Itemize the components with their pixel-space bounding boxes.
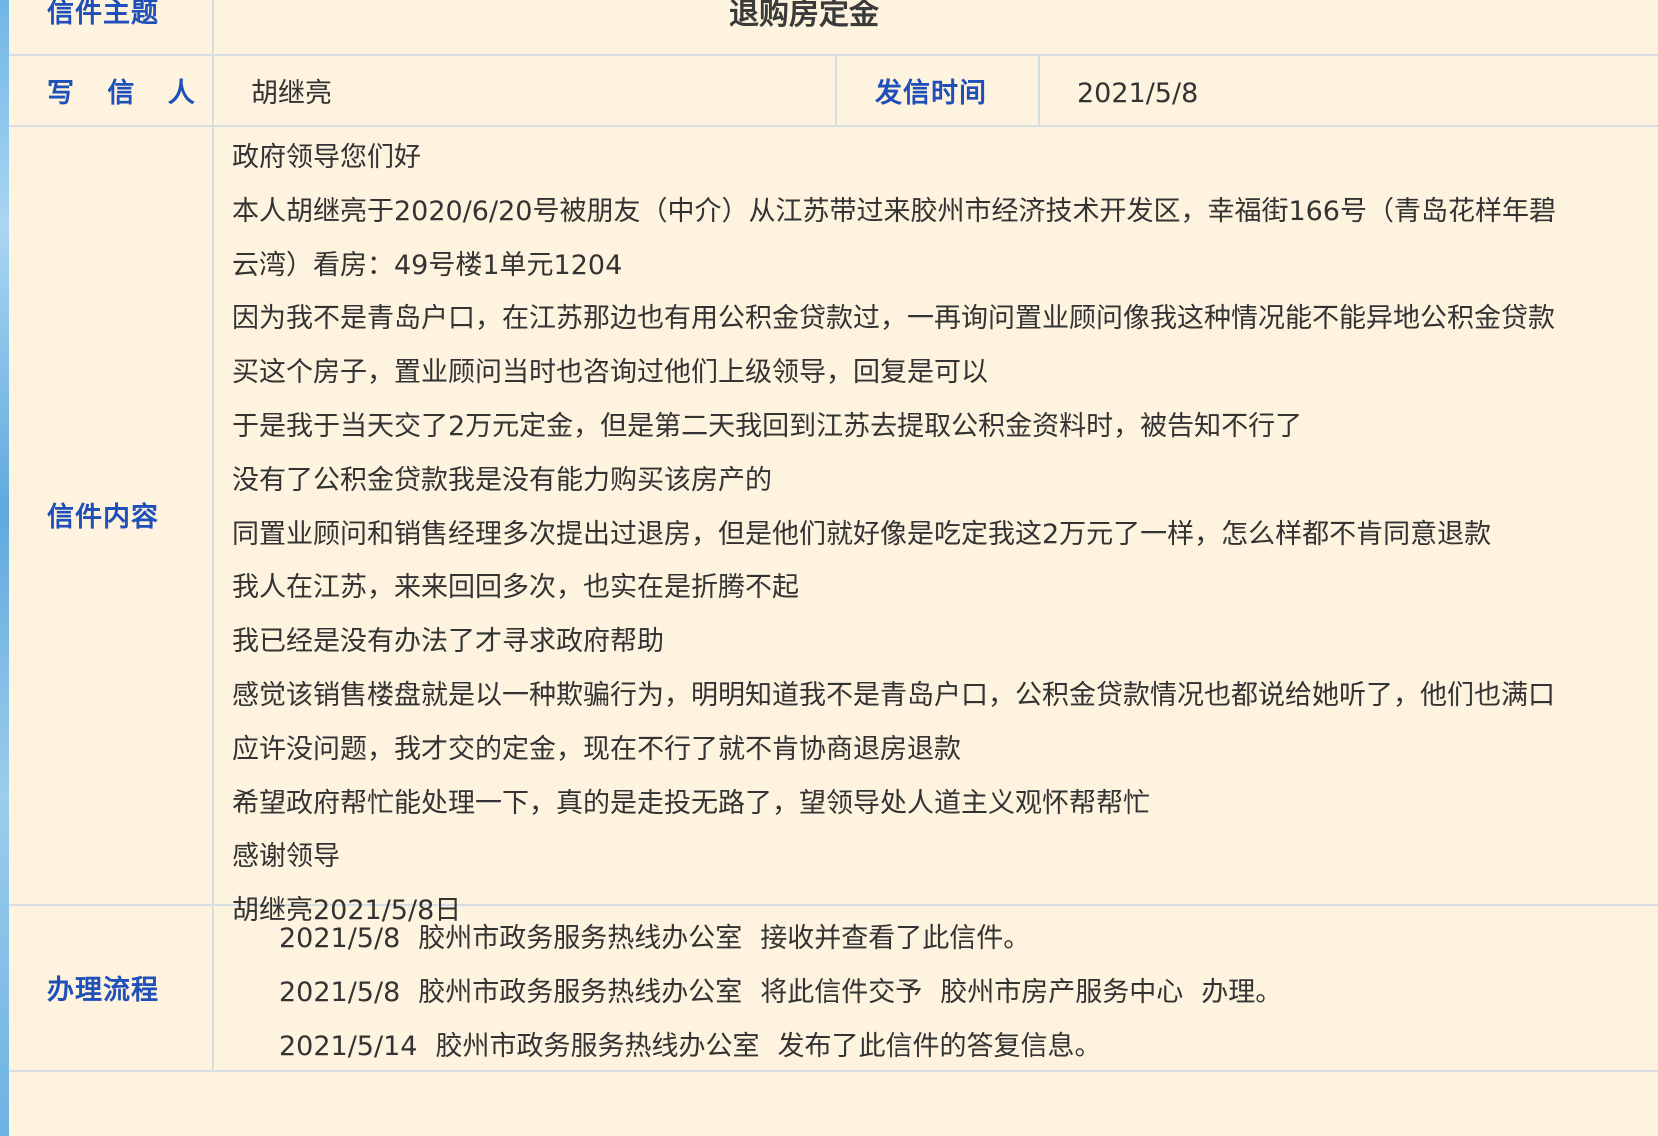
- row-divider: [9, 54, 1658, 56]
- step-date: 2021/5/8: [279, 923, 401, 954]
- row-divider: [9, 125, 1658, 127]
- step-action: 发布了此信件的答复信息。: [777, 1031, 1102, 1062]
- writer-label: 写 信 人: [47, 78, 207, 109]
- process-step: 2021/5/8 胶州市政务服务热线办公室 将此信件交予 胶州市房产服务中心 办理。: [279, 966, 1649, 1020]
- column-divider: [212, 0, 214, 1070]
- content-line: 本人胡继亮于2020/6/20号被朋友（中介）从江苏带过来胶州市经济技术开发区，…: [232, 195, 1556, 227]
- content-line: 希望政府帮忙能处理一下，真的是走投无路了，望领导处人道主义观怀帮帮忙: [232, 787, 1150, 819]
- subject-value: 退购房定金: [729, 0, 879, 32]
- step-office: 胶州市政务服务热线办公室: [435, 1031, 760, 1062]
- content-line: 同置业顾问和销售经理多次提出过退房，但是他们就好像是吃定我这2万元了一样，怎么样…: [232, 518, 1492, 550]
- step-action: 将此信件交予: [760, 977, 923, 1008]
- send-time-value: 2021/5/8: [1077, 78, 1199, 109]
- content-line: 因为我不是青岛户口，在江苏那边也有用公积金贷款过，一再询问置业顾问像我这种情况能…: [232, 303, 1555, 335]
- send-time-label: 发信时间: [875, 78, 987, 109]
- column-divider: [835, 54, 837, 127]
- content-label: 信件内容: [47, 502, 159, 533]
- content-line: 我人在江苏，来来回回多次，也实在是折腾不起: [232, 572, 799, 604]
- step-action: 接收并查看了此信件。: [760, 923, 1031, 954]
- step-target: 胶州市房产服务中心: [940, 977, 1184, 1008]
- step-office: 胶州市政务服务热线办公室: [418, 977, 743, 1008]
- process-label: 办理流程: [47, 975, 159, 1006]
- content-line: 应许没问题，我才交的定金，现在不行了就不肯协商退房退款: [232, 733, 961, 765]
- content-line: 买这个房子，置业顾问当时也咨询过他们上级领导，回复是可以: [232, 357, 988, 389]
- content-line: 于是我于当天交了2万元定金，但是第二天我回到江苏去提取公积金资料时，被告知不行了: [232, 410, 1303, 442]
- process-step: 2021/5/14 胶州市政务服务热线办公室 发布了此信件的答复信息。: [279, 1020, 1649, 1074]
- step-office: 胶州市政务服务热线办公室: [418, 923, 743, 954]
- letter-detail-table: 信件主题 退购房定金 写 信 人 胡继亮 发信时间 2021/5/8 信件内容 …: [9, 0, 1658, 1136]
- content-line: 云湾）看房：49号楼1单元1204: [232, 249, 623, 281]
- content-line: 没有了公积金贷款我是没有能力购买该房产的: [232, 464, 772, 496]
- step-date: 2021/5/8: [279, 977, 401, 1008]
- left-edge-decoration: [0, 0, 9, 1136]
- subject-label: 信件主题: [47, 0, 159, 29]
- writer-value: 胡继亮: [251, 78, 332, 109]
- process-steps: 2021/5/8 胶州市政务服务热线办公室 接收并查看了此信件。 2021/5/8 胶…: [279, 912, 1649, 1074]
- column-divider: [1038, 54, 1040, 127]
- step-date: 2021/5/14: [279, 1031, 418, 1062]
- content-line: 感觉该销售楼盘就是以一种欺骗行为，明明知道我不是青岛户口，公积金贷款情况也都说给…: [232, 679, 1555, 711]
- step-suffix: 办理。: [1201, 977, 1283, 1008]
- content-line: 政府领导您们好: [232, 142, 421, 173]
- process-step: 2021/5/8 胶州市政务服务热线办公室 接收并查看了此信件。: [279, 912, 1649, 966]
- content-line: 我已经是没有办法了才寻求政府帮助: [232, 626, 664, 658]
- letter-content: 政府领导您们好 本人胡继亮于2020/6/20号被朋友（中介）从江苏带过来胶州市…: [232, 131, 1652, 938]
- content-line: 感谢领导: [232, 841, 340, 873]
